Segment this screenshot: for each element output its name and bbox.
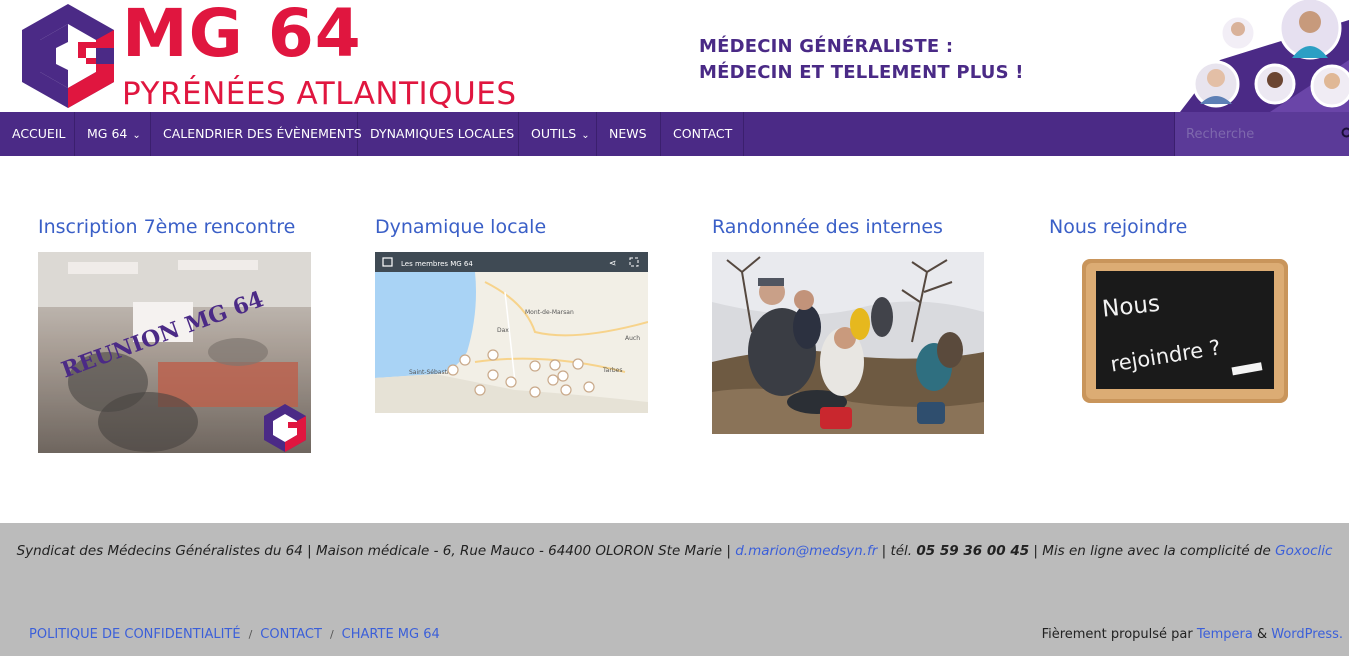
search-box bbox=[1174, 112, 1349, 156]
footer-email-link[interactable]: d.marion@medsyn.fr bbox=[735, 543, 877, 559]
widget-rejoindre: Nous rejoindre bbox=[1049, 213, 1187, 241]
widget-title[interactable]: Inscription 7ème rencontre bbox=[38, 213, 295, 241]
nav-outils[interactable]: OUTILS ⌄ bbox=[519, 112, 597, 156]
footer-link-charte[interactable]: CHARTE MG 64 bbox=[342, 627, 440, 642]
map-header-text: Les membres MG 64 bbox=[401, 260, 473, 268]
widget-title[interactable]: Nous rejoindre bbox=[1049, 213, 1187, 241]
widget-dynamique: Dynamique locale bbox=[375, 213, 546, 241]
footer-contact-line: Syndicat des Médecins Généralistes du 64… bbox=[16, 543, 1333, 559]
search-icon[interactable] bbox=[1341, 127, 1349, 141]
tagline-line-2: MÉDECIN ET TELLEMENT PLUS ! bbox=[699, 62, 1024, 83]
logo-title: MG 64 bbox=[122, 0, 362, 72]
widget-randonnee: Randonnée des internes bbox=[712, 213, 943, 241]
portraits-banner bbox=[1180, 0, 1349, 112]
footer-link-privacy[interactable]: POLITIQUE DE CONFIDENTIALITÉ bbox=[29, 627, 241, 642]
site-tagline: MÉDECIN GÉNÉRALISTE : MÉDECIN ET TELLEME… bbox=[699, 34, 1024, 86]
footer-phone: 05 59 36 00 45 bbox=[916, 543, 1030, 559]
nav-news[interactable]: NEWS bbox=[597, 112, 661, 156]
search-input[interactable] bbox=[1175, 112, 1335, 156]
nav-accueil[interactable]: ACCUEIL bbox=[0, 112, 75, 156]
svg-text:Auch: Auch bbox=[625, 335, 640, 342]
site-header: MG 64 PYRÉNÉES ATLANTIQUES MÉDECIN GÉNÉR… bbox=[0, 0, 1349, 112]
svg-text:Mont-de-Marsan: Mont-de-Marsan bbox=[525, 309, 574, 316]
footer-agency-link[interactable]: Goxoclic bbox=[1275, 543, 1332, 559]
map-image[interactable]: Les membres MG 64 ⋖ Mont-de-Marsan Dax A… bbox=[375, 252, 648, 413]
hiking-photo bbox=[712, 252, 984, 434]
widget-title[interactable]: Dynamique locale bbox=[375, 213, 546, 241]
widget-title[interactable]: Randonnée des internes bbox=[712, 213, 943, 241]
footer-theme-link[interactable]: Tempera bbox=[1197, 627, 1253, 642]
site-logo[interactable]: MG 64 PYRÉNÉES ATLANTIQUES bbox=[20, 0, 540, 112]
nav-mg64[interactable]: MG 64 ⌄ bbox=[75, 112, 151, 156]
share-icon: ⋖ bbox=[609, 259, 617, 269]
widget-inscription: Inscription 7ème rencontre bbox=[38, 213, 295, 241]
map-preview: Les membres MG 64 ⋖ Mont-de-Marsan Dax A… bbox=[375, 252, 648, 413]
inscription-image[interactable]: REUNION MG 64 bbox=[38, 252, 311, 453]
meeting-room-image: REUNION MG 64 bbox=[38, 252, 311, 453]
footer-link-contact[interactable]: CONTACT bbox=[260, 627, 322, 642]
nav-contact[interactable]: CONTACT bbox=[661, 112, 744, 156]
logo-hexagon-icon bbox=[22, 4, 114, 108]
chevron-down-icon: ⌄ bbox=[132, 130, 141, 141]
footer-wordpress-link[interactable]: WordPress. bbox=[1271, 627, 1343, 642]
svg-text:Dax: Dax bbox=[497, 327, 509, 334]
nav-calendrier[interactable]: CALENDRIER DES ÉVÈNEMENTS bbox=[151, 112, 362, 156]
footer-credit: Fièrement propulsé par Tempera & WordPre… bbox=[1041, 627, 1343, 642]
site-footer: Syndicat des Médecins Généralistes du 64… bbox=[0, 523, 1349, 656]
chalkboard-image: Nous rejoindre ? bbox=[1082, 259, 1288, 403]
svg-text:Tarbes: Tarbes bbox=[602, 367, 622, 374]
main-navigation: ACCUEIL MG 64 ⌄ CALENDRIER DES ÉVÈNEMENTS… bbox=[0, 112, 1349, 156]
rejoindre-image[interactable]: Nous rejoindre ? bbox=[1078, 255, 1292, 407]
chevron-down-icon: ⌄ bbox=[581, 130, 590, 141]
footer-menu: POLITIQUE DE CONFIDENTIALITÉ / CONTACT / CHA… bbox=[29, 627, 440, 642]
tagline-line-1: MÉDECIN GÉNÉRALISTE : bbox=[699, 36, 954, 57]
nav-dynamiques-locales[interactable]: DYNAMIQUES LOCALES bbox=[358, 112, 519, 156]
hiking-image[interactable] bbox=[712, 252, 984, 434]
logo-subtitle: PYRÉNÉES ATLANTIQUES bbox=[122, 76, 517, 112]
